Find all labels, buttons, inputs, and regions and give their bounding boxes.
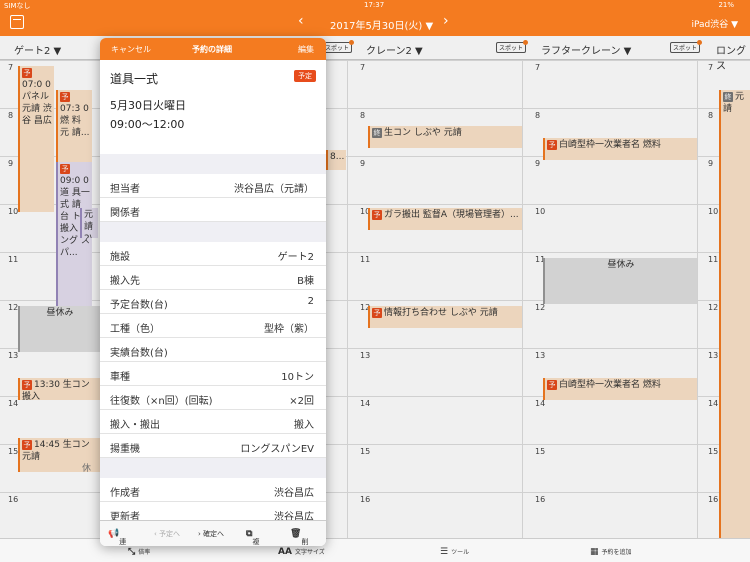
status-bar: SIMなし 17:37 21%	[0, 0, 750, 10]
tools-button[interactable]: ☰ ツール	[440, 547, 469, 557]
popover-title: 予約の詳細	[192, 45, 232, 54]
font-size-button[interactable]: AA 文字サイズ	[278, 547, 325, 557]
detail-row: 担当者 渋谷昌広（元請）	[100, 174, 326, 198]
reservation-summary: 道具一式 予定 5月30日火曜日 09:00〜12:00	[100, 60, 326, 154]
detail-row: 揚重機 ロングスパンEV	[100, 434, 326, 458]
detail-row: 工種（色） 型枠（紫）	[100, 314, 326, 338]
detail-value: ×2回	[289, 396, 314, 407]
zoom-button[interactable]: ⤡ 倍率	[128, 547, 150, 557]
detail-label: 予定台数(台)	[110, 300, 168, 311]
detail-label: 関係者	[110, 208, 140, 219]
status-badge: 予定	[294, 70, 316, 82]
detail-row: 施設 ゲート2	[100, 242, 326, 266]
detail-value: 搬入	[294, 420, 314, 431]
calendar-icon[interactable]	[10, 15, 24, 29]
edit-button[interactable]: 編集	[298, 44, 314, 55]
reservation-name: 道具一式	[110, 72, 159, 86]
popover-footer: 📢 連絡 ‹ 予定へ › 確定へ ⧉ 複製 🗑 削除	[100, 520, 326, 546]
detail-value: 渋谷昌広	[274, 488, 314, 499]
detail-value: ロングスパンEV	[240, 444, 314, 455]
detail-row: 往復数（×n回）(回転) ×2回	[100, 386, 326, 410]
detail-row: 作成者 渋谷昌広	[100, 478, 326, 502]
nav-bar: ‹ 2017年5月30日(火) ▼ › iPad渋谷 ▼	[0, 10, 750, 36]
detail-label: 実績台数(台)	[110, 348, 168, 359]
detail-row: 関係者	[100, 198, 326, 222]
detail-row: 実績台数(台)	[100, 338, 326, 362]
next-day-button[interactable]: ›	[443, 13, 449, 29]
account-selector[interactable]: iPad渋谷 ▼	[691, 17, 738, 30]
contact-button[interactable]: 📢 連絡	[108, 529, 126, 546]
detail-value: 10トン	[281, 372, 314, 383]
detail-label: 揚重機	[110, 444, 140, 455]
detail-value: 渋谷昌広（元請）	[234, 184, 314, 195]
detail-row: 搬入先 B棟	[100, 266, 326, 290]
detail-label: 往復数（×n回）(回転)	[110, 396, 213, 407]
date-selector[interactable]: 2017年5月30日(火) ▼	[330, 17, 433, 32]
to-confirmed-button[interactable]: › 確定へ	[198, 529, 224, 539]
popover-header: キャンセル 予約の詳細 編集	[100, 38, 326, 60]
detail-row: 予定台数(台) 2	[100, 290, 326, 314]
reservation-date: 5月30日火曜日	[110, 99, 186, 112]
copy-button[interactable]: ⧉ 複製	[246, 529, 259, 546]
detail-value: ゲート2	[277, 252, 314, 263]
detail-row: 搬入・搬出 搬入	[100, 410, 326, 434]
to-scheduled-button[interactable]: ‹ 予定へ	[154, 529, 180, 539]
detail-label: 工種（色）	[110, 324, 160, 335]
detail-value: 型枠（紫）	[264, 324, 314, 335]
detail-value: B棟	[297, 276, 314, 287]
reservation-detail-popover: キャンセル 予約の詳細 編集 道具一式 予定 5月30日火曜日 09:00〜12…	[100, 38, 326, 546]
delete-button[interactable]: 🗑 削除	[290, 529, 308, 546]
add-reservation-button[interactable]: ▦ 予約を追加	[590, 547, 632, 557]
cancel-button[interactable]: キャンセル	[111, 44, 151, 55]
prev-day-button[interactable]: ‹	[298, 13, 304, 29]
detail-label: 施設	[110, 252, 130, 263]
detail-label: 車種	[110, 372, 130, 383]
detail-value: 2	[307, 296, 314, 307]
detail-label: 作成者	[110, 488, 140, 499]
clock: 17:37	[364, 1, 385, 9]
battery-label: 21%	[718, 1, 734, 9]
detail-label: 搬入・搬出	[110, 420, 160, 431]
detail-label: 搬入先	[110, 276, 140, 287]
reservation-time: 09:00〜12:00	[110, 118, 185, 131]
detail-label: 担当者	[110, 184, 140, 195]
detail-row: 車種 10トン	[100, 362, 326, 386]
